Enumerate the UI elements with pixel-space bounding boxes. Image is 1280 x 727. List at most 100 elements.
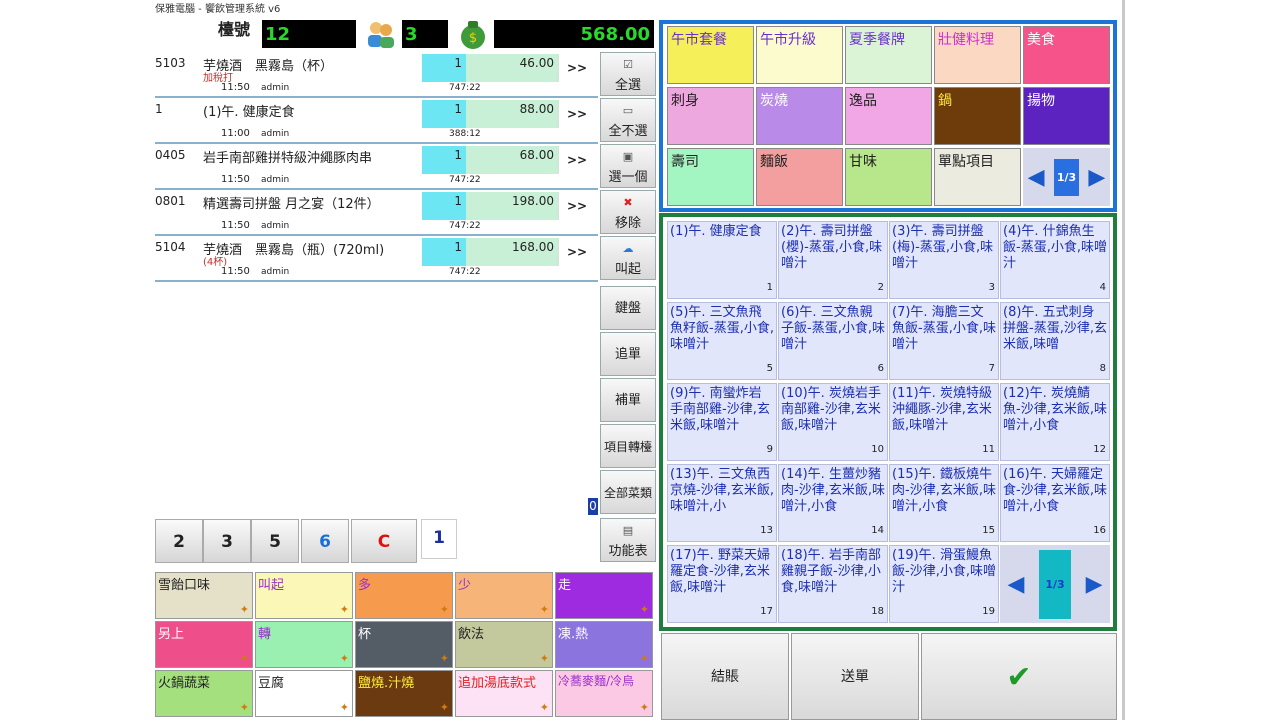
key-5[interactable]: 5 [251, 519, 299, 563]
category-button[interactable]: 炭燒 [756, 87, 843, 145]
order-more-button[interactable]: >> [558, 192, 595, 220]
category-button[interactable]: 刺身 [667, 87, 754, 145]
select-all-button[interactable]: ☑ 全選 [600, 52, 656, 96]
checkmark-icon: ✔ [1006, 660, 1032, 695]
key-clear[interactable]: C [351, 519, 417, 563]
menu-item-button[interactable]: (6)午. 三文魚親子飯-蒸蛋,小食,味噌汁 6 [778, 302, 888, 380]
next-page-icon[interactable]: ▶ [1088, 165, 1105, 190]
menu-item-button[interactable]: (2)午. 壽司拼盤(櫻)-蒸蛋,小食,味噌汁 2 [778, 221, 888, 299]
category-button[interactable]: 鍋 [934, 87, 1021, 145]
window-title: 保雅電腦 - 饗飲管理系統 v6 [155, 4, 281, 15]
order-qty[interactable]: 1 [422, 100, 466, 128]
table-number[interactable]: 12 [262, 20, 356, 48]
checkout-button[interactable]: 結賬 [661, 633, 789, 720]
star-icon: ✦ [639, 603, 649, 616]
modifier-button[interactable]: 雪飴口味 ✦ [155, 572, 253, 619]
menu-item-button[interactable]: (13)午. 三文魚西京燒-沙律,玄米飯,味噌汁,小 13 [667, 464, 777, 542]
key-3[interactable]: 3 [203, 519, 251, 563]
category-button[interactable]: 揚物 [1023, 87, 1110, 145]
order-row[interactable]: 0801 精選壽司拼盤 月之宴（12件） 11:50 admin 1 198.0… [155, 190, 598, 236]
category-button[interactable]: 美食 [1023, 26, 1110, 84]
modifier-label: 鹽燒.汁燒 [358, 676, 415, 691]
menu-item-button[interactable]: (7)午. 海膽三文魚飯-蒸蛋,小食,味噌汁 7 [889, 302, 999, 380]
menu-item-button[interactable]: (10)午. 炭燒岩手南部雞-沙律,玄米飯,味噌汁 10 [778, 383, 888, 461]
order-row[interactable]: 0405 岩手南部雞拼特級沖繩豚肉串 11:50 admin 1 68.00 >… [155, 144, 598, 190]
modifier-button[interactable]: 豆腐 ✦ [255, 670, 353, 717]
modifier-button[interactable]: 火鍋蔬菜 ✦ [155, 670, 253, 717]
modifier-button[interactable]: 轉 ✦ [255, 621, 353, 668]
menu-item-button[interactable]: (15)午. 鐵板燒牛肉-沙律,玄米飯,味噌汁,小食 15 [889, 464, 999, 542]
modifier-button[interactable]: 少 ✦ [455, 572, 553, 619]
modifier-button[interactable]: 走 ✦ [555, 572, 653, 619]
all-categories-button[interactable]: 全部菜類 [600, 470, 656, 514]
modifier-button[interactable]: 另上 ✦ [155, 621, 253, 668]
order-qty[interactable]: 1 [422, 238, 466, 266]
order-qty[interactable]: 1 [422, 54, 466, 82]
send-order-button[interactable]: 送單 [791, 633, 919, 720]
menu-item-button[interactable]: (18)午. 岩手南部雞親子飯-沙律,小食,味噌汁 18 [778, 545, 888, 623]
key-6[interactable]: 6 [301, 519, 349, 563]
guest-count[interactable]: 3 [402, 20, 448, 48]
modifier-button[interactable]: 鹽燒.汁燒 ✦ [355, 670, 453, 717]
modifier-button[interactable]: 冷蕎麥麵/冷烏 ✦ [555, 670, 653, 717]
item-label: (18)午. 岩手南部雞親子飯-沙律,小食,味噌汁 [781, 548, 881, 595]
category-button[interactable]: 夏季餐牌 [845, 26, 932, 84]
menu-item-button[interactable]: (3)午. 壽司拼盤(梅)-蒸蛋,小食,味噌汁 3 [889, 221, 999, 299]
menu-item-button[interactable]: (9)午. 南蠻炸岩手南部雞-沙律,玄米飯,味噌汁 9 [667, 383, 777, 461]
next-page-icon[interactable]: ▶ [1086, 572, 1103, 597]
add-order-button[interactable]: 補單 [600, 378, 656, 422]
category-button[interactable]: 麵飯 [756, 148, 843, 206]
order-print-info: 388:12 [449, 129, 481, 139]
quantity-input[interactable]: 1 [421, 519, 457, 559]
check-all-icon: ☑ [623, 58, 633, 71]
order-row[interactable]: 5103 芋燒酒 黑霧島（杯） 加稅打 11:50 admin 1 46.00 … [155, 52, 598, 98]
item-number: 1 [766, 282, 773, 293]
modifier-button[interactable]: 飲法 ✦ [455, 621, 553, 668]
prev-page-icon[interactable]: ◀ [1007, 572, 1024, 597]
key-2[interactable]: 2 [155, 519, 203, 563]
category-panel: 午市套餐 午市升級 夏季餐牌 壯健料理 美食 刺身 炭燒 逸品 鍋 揚物 壽司 … [659, 20, 1117, 212]
category-button[interactable]: 午市套餐 [667, 26, 754, 84]
modifier-button[interactable]: 叫起 ✦ [255, 572, 353, 619]
transfer-item-button[interactable]: 項目轉檯 [600, 424, 656, 468]
category-button[interactable]: 午市升級 [756, 26, 843, 84]
order-more-button[interactable]: >> [558, 54, 595, 82]
order-row[interactable]: 5104 芋燒酒 黑霧島（瓶）(720ml) (4杯) 11:50 admin … [155, 236, 598, 282]
chase-order-button[interactable]: 追單 [600, 332, 656, 376]
order-row[interactable]: 1 (1)午. 健康定食 11:00 admin 1 88.00 >> 388:… [155, 98, 598, 144]
deselect-all-button[interactable]: ▭ 全不選 [600, 98, 656, 142]
keyboard-button[interactable]: 鍵盤 [600, 286, 656, 330]
category-button[interactable]: 壽司 [667, 148, 754, 206]
order-qty[interactable]: 1 [422, 146, 466, 174]
modifier-button[interactable]: 追加湯底款式 ✦ [455, 670, 553, 717]
order-more-button[interactable]: >> [558, 238, 595, 266]
menu-item-button[interactable]: (19)午. 滑蛋鰻魚飯-沙律,小食,味噌汁 19 [889, 545, 999, 623]
menu-item-button[interactable]: (1)午. 健康定食 1 [667, 221, 777, 299]
prev-page-icon[interactable]: ◀ [1028, 165, 1045, 190]
function-menu-button[interactable]: ▤ 功能表 [600, 518, 656, 562]
category-button[interactable]: 單點項目 [934, 148, 1021, 206]
order-more-button[interactable]: >> [558, 146, 595, 174]
item-number: 14 [871, 525, 884, 536]
menu-item-button[interactable]: (16)午. 天婦羅定食-沙律,玄米飯,味噌汁,小食 16 [1000, 464, 1110, 542]
modifier-button[interactable]: 凍.熱 ✦ [555, 621, 653, 668]
remove-button[interactable]: ✖ 移除 [600, 190, 656, 234]
select-one-button[interactable]: ▣ 選一個 [600, 144, 656, 188]
order-qty[interactable]: 1 [422, 192, 466, 220]
category-button[interactable]: 甘味 [845, 148, 932, 206]
menu-item-button[interactable]: (12)午. 炭燒鯖魚-沙律,玄米飯,味噌汁,小食 12 [1000, 383, 1110, 461]
menu-item-button[interactable]: (11)午. 炭燒特級沖繩豚-沙律,玄米飯,味噌汁 11 [889, 383, 999, 461]
confirm-button[interactable]: ✔ [921, 633, 1117, 720]
menu-item-button[interactable]: (17)午. 野菜天婦羅定食-沙律,玄米飯,味噌汁 17 [667, 545, 777, 623]
category-button[interactable]: 壯健料理 [934, 26, 1021, 84]
category-button[interactable]: 逸品 [845, 87, 932, 145]
menu-item-button[interactable]: (8)午. 五式刺身拼盤-蒸蛋,沙律,玄米飯,味噌 8 [1000, 302, 1110, 380]
menu-item-button[interactable]: (4)午. 什錦魚生飯-蒸蛋,小食,味噌汁 4 [1000, 221, 1110, 299]
order-more-button[interactable]: >> [558, 100, 595, 128]
order-user: admin [261, 221, 290, 231]
modifier-button[interactable]: 杯 ✦ [355, 621, 453, 668]
call-button[interactable]: ☁ 叫起 [600, 236, 656, 280]
modifier-button[interactable]: 多 ✦ [355, 572, 453, 619]
menu-item-button[interactable]: (14)午. 生薑炒豬肉-沙律,玄米飯,味噌汁,小食 14 [778, 464, 888, 542]
menu-item-button[interactable]: (5)午. 三文魚飛魚籽飯-蒸蛋,小食,味噌汁 5 [667, 302, 777, 380]
